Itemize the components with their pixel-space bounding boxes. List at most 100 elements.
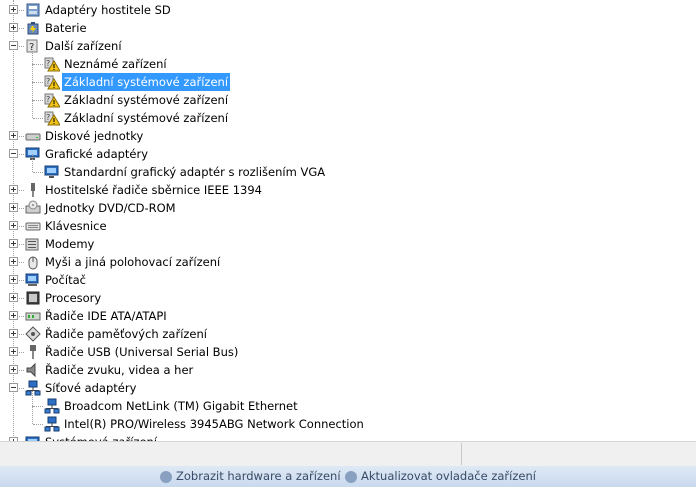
tree-item-label: Procesory bbox=[45, 291, 102, 305]
update-drivers-link[interactable]: Aktualizovat ovladače zařízení bbox=[345, 468, 536, 484]
collapse-toggle[interactable] bbox=[9, 149, 18, 158]
tree-connector-line bbox=[32, 46, 33, 64]
tree-device-row[interactable]: ? Základní systémové zařízení bbox=[0, 82, 696, 109]
expand-toggle[interactable] bbox=[9, 131, 18, 140]
tree-connector-line bbox=[32, 82, 33, 100]
expand-toggle[interactable] bbox=[9, 311, 18, 320]
collapse-toggle[interactable] bbox=[9, 41, 18, 50]
tree-device-row[interactable]: ? Základní systémové zařízení bbox=[0, 100, 696, 127]
tree-connector-line bbox=[33, 424, 43, 425]
expand-toggle[interactable] bbox=[9, 203, 18, 212]
expand-toggle[interactable] bbox=[9, 347, 18, 356]
tree-category-row[interactable]: Počítač bbox=[0, 271, 696, 289]
tree-item-label: Neznámé zařízení bbox=[64, 57, 167, 71]
tree-category-row[interactable]: ? Další zařízení bbox=[0, 37, 696, 55]
tree-category-row[interactable]: Řadiče zvuku, videa a her bbox=[0, 361, 696, 379]
tree-category-row[interactable]: Řadiče paměťových zařízení bbox=[0, 325, 696, 343]
speaker-icon bbox=[25, 362, 41, 378]
expand-toggle[interactable] bbox=[9, 257, 18, 266]
status-bar-cell bbox=[462, 443, 695, 465]
tree-item-label: Diskové jednotky bbox=[45, 129, 144, 143]
computer-icon bbox=[25, 272, 41, 288]
tree-category-row[interactable]: Diskové jednotky bbox=[0, 127, 696, 145]
svg-text:?: ? bbox=[46, 77, 50, 86]
tree-item-label: Základní systémové zařízení bbox=[62, 73, 231, 91]
sd-host-adapter-icon bbox=[25, 2, 41, 18]
tree-item-label: Další zařízení bbox=[45, 39, 122, 53]
show-hardware-link[interactable]: Zobrazit hardware a zařízení bbox=[160, 468, 341, 484]
processor-icon bbox=[25, 290, 41, 306]
tree-connector-line bbox=[33, 100, 43, 101]
unknown-device-warning-icon: ? bbox=[44, 92, 61, 108]
tree-category-row[interactable]: Jednotky DVD/CD-ROM bbox=[0, 199, 696, 217]
unknown-device-warning-icon: ? bbox=[44, 110, 61, 126]
tree-device-row[interactable]: ? Základní systémové zařízení bbox=[0, 64, 696, 91]
tree-item-label: Modemy bbox=[45, 237, 95, 251]
unknown-device-warning-icon: ? bbox=[44, 56, 61, 72]
mouse-icon bbox=[25, 254, 41, 270]
tree-category-row[interactable]: Systémová zařízení bbox=[0, 433, 696, 441]
expand-toggle[interactable] bbox=[9, 221, 18, 230]
tree-category-row[interactable]: Řadiče USB (Universal Serial Bus) bbox=[0, 343, 696, 361]
tree-item-label: Grafické adaptéry bbox=[45, 147, 149, 161]
ieee1394-icon bbox=[25, 182, 41, 198]
tree-device-row[interactable]: Standardní grafický adaptér s rozlišením… bbox=[0, 154, 696, 181]
tree-item-label: Jednotky DVD/CD-ROM bbox=[45, 201, 176, 215]
tree-item-label: Základní systémové zařízení bbox=[64, 111, 229, 125]
tree-category-row[interactable]: Baterie bbox=[0, 19, 696, 37]
tree-item-label: Řadiče paměťových zařízení bbox=[45, 327, 207, 341]
tree-item-label: Standardní grafický adaptér s rozlišením… bbox=[64, 165, 326, 179]
tree-category-row[interactable]: Hostitelské řadiče sběrnice IEEE 1394 bbox=[0, 181, 696, 199]
tree-category-row[interactable]: Grafické adaptéry bbox=[0, 145, 696, 163]
tree-category-row[interactable]: Řadiče IDE ATA/ATAPI bbox=[0, 307, 696, 325]
tree-category-row[interactable]: Myši a jiná polohovací zařízení bbox=[0, 253, 696, 271]
expand-toggle[interactable] bbox=[9, 365, 18, 374]
tree-category-row[interactable]: Adaptéry hostitele SD bbox=[0, 1, 696, 19]
update-drivers-label: Aktualizovat ovladače zařízení bbox=[361, 469, 536, 483]
tree-device-row[interactable]: ? Neznámé zařízení bbox=[0, 46, 696, 73]
expand-toggle[interactable] bbox=[9, 5, 18, 14]
collapse-toggle[interactable] bbox=[9, 383, 18, 392]
display-adapter-icon bbox=[25, 146, 41, 162]
dvd-drive-icon bbox=[25, 200, 41, 216]
tree-connector-line bbox=[32, 388, 33, 406]
network-adapter-icon bbox=[25, 380, 41, 396]
tree-item-label: Systémová zařízení bbox=[43, 433, 159, 441]
tree-item-label: Základní systémové zařízení bbox=[64, 93, 229, 107]
tree-connector-line bbox=[32, 406, 33, 424]
tree-connector-line bbox=[33, 118, 43, 119]
tree-category-row[interactable]: Síťové adaptéry bbox=[0, 379, 696, 397]
other-devices-icon: ? bbox=[25, 38, 41, 54]
tree-item-label: Adaptéry hostitele SD bbox=[45, 3, 171, 17]
tree-connector-line bbox=[33, 64, 43, 65]
tree-item-label: Řadiče USB (Universal Serial Bus) bbox=[45, 345, 239, 359]
tree-connector-line bbox=[32, 64, 33, 82]
tree-item-label: Řadiče zvuku, videa a her bbox=[45, 363, 194, 377]
show-hardware-label: Zobrazit hardware a zařízení bbox=[176, 469, 341, 483]
keyboard-icon bbox=[25, 218, 41, 234]
device-tree[interactable]: Adaptéry hostitele SD Baterie? Další zaříz… bbox=[0, 0, 696, 441]
unknown-device-warning-icon: ? bbox=[44, 74, 61, 90]
expand-toggle[interactable] bbox=[9, 329, 18, 338]
expand-toggle[interactable] bbox=[9, 239, 18, 248]
network-adapter-icon bbox=[44, 416, 60, 432]
battery-icon bbox=[25, 20, 41, 36]
tree-connector-line bbox=[33, 172, 43, 173]
tree-item-label: Intel(R) PRO/Wireless 3945ABG Network Co… bbox=[64, 417, 364, 431]
modem-icon bbox=[25, 236, 41, 252]
expand-toggle[interactable] bbox=[9, 185, 18, 194]
tree-category-row[interactable]: Klávesnice bbox=[0, 217, 696, 235]
tree-category-row[interactable]: Modemy bbox=[0, 235, 696, 253]
update-driver-icon bbox=[345, 470, 357, 483]
expand-toggle[interactable] bbox=[9, 23, 18, 32]
expand-toggle[interactable] bbox=[9, 293, 18, 302]
disk-drive-icon bbox=[25, 128, 41, 144]
expand-toggle[interactable] bbox=[9, 275, 18, 284]
svg-text:?: ? bbox=[46, 113, 50, 122]
status-bar-cell bbox=[0, 443, 462, 465]
usb-icon bbox=[25, 344, 41, 360]
tree-connector-line bbox=[32, 100, 33, 118]
tree-device-row[interactable]: Broadcom NetLink (TM) Gigabit Ethernet bbox=[0, 388, 696, 415]
tree-category-row[interactable]: Procesory bbox=[0, 289, 696, 307]
tree-device-row[interactable]: Intel(R) PRO/Wireless 3945ABG Network Co… bbox=[0, 406, 696, 433]
